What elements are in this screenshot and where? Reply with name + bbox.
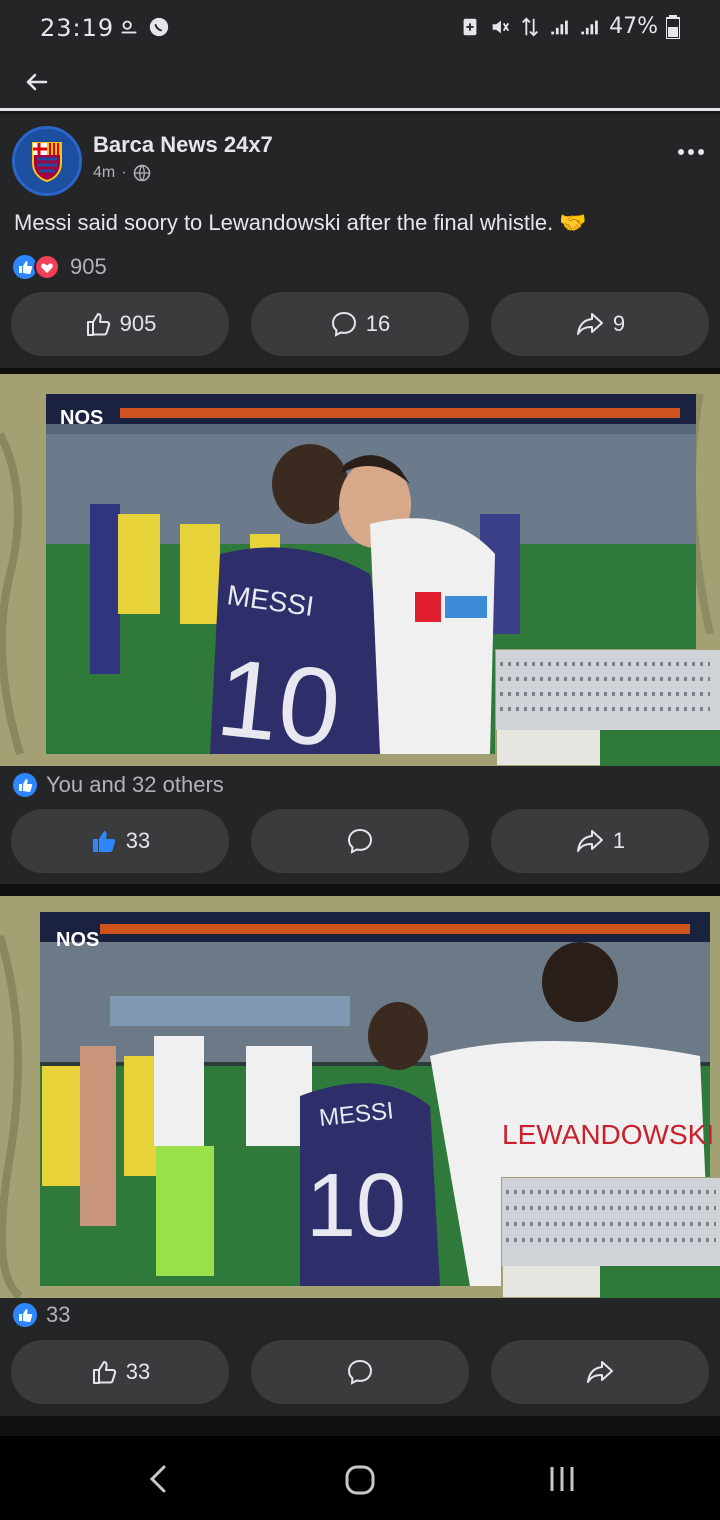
post-meta: 4m · <box>93 164 151 182</box>
like-count: 905 <box>119 311 157 336</box>
love-reaction-icon <box>34 254 60 280</box>
system-nav-bar <box>0 1436 720 1520</box>
photo1-action-row: 33 1 <box>11 809 709 873</box>
fcb-crest-icon <box>15 129 79 193</box>
photo-1-image: MESSI 10 NOS <box>0 374 720 766</box>
top-bar <box>0 56 720 108</box>
comment-icon <box>331 311 356 337</box>
page-avatar[interactable] <box>12 126 82 196</box>
post-time[interactable]: 4m <box>93 164 115 182</box>
photo2-like-summary[interactable]: 33 <box>12 1302 70 1328</box>
photo2-like-count: 33 <box>125 1359 151 1384</box>
more-options-icon[interactable] <box>676 142 706 162</box>
photo2-summary-text: 33 <box>46 1302 71 1327</box>
battery-percent: 47% <box>609 14 658 39</box>
mute-icon <box>492 20 510 33</box>
comment-count: 16 <box>365 311 391 336</box>
nav-recents-icon[interactable] <box>548 1464 576 1494</box>
photo1-like-button[interactable]: 33 <box>11 809 229 873</box>
share-count: 9 <box>612 311 626 336</box>
signal-2-icon <box>581 20 598 34</box>
like-button[interactable]: 905 <box>11 292 229 356</box>
section-divider <box>0 1416 720 1436</box>
comment-button[interactable]: 16 <box>251 292 469 356</box>
battery-saver-icon <box>463 18 477 35</box>
photo-1-actions: You and 32 others 33 1 <box>0 766 720 884</box>
photo2-jersey-number: 10 <box>306 1156 406 1256</box>
photo2-watermark: NOS <box>56 929 99 951</box>
data-icon <box>522 16 539 37</box>
whatsapp-icon <box>149 17 169 37</box>
thumbs-up-icon <box>92 1361 116 1384</box>
page-name[interactable]: Barca News 24x7 <box>93 132 273 158</box>
photo2-like-button[interactable]: 33 <box>11 1340 229 1404</box>
photo-1[interactable]: MESSI 10 NOS <box>0 374 720 766</box>
photo2-share-button[interactable] <box>491 1340 709 1404</box>
nav-back-icon[interactable] <box>146 1464 172 1494</box>
reaction-summary[interactable]: 905 <box>12 254 107 280</box>
photo-2-image: MESSI 10 LEWANDOWSKI NOS <box>0 896 720 1298</box>
photo1-summary-text: You and 32 others <box>46 772 224 797</box>
like-reaction-icon <box>13 773 37 797</box>
divider <box>0 108 720 111</box>
photo1-like-count: 33 <box>125 828 151 853</box>
globe-icon <box>133 164 150 182</box>
thumbs-up-filled-icon <box>92 831 115 852</box>
photo2-comment-button[interactable] <box>251 1340 469 1404</box>
section-divider <box>0 884 720 896</box>
status-time: 23:19 <box>40 14 115 42</box>
photo-2[interactable]: MESSI 10 LEWANDOWSKI NOS <box>0 896 720 1298</box>
thumbs-up-icon <box>86 313 110 336</box>
post-card: Barca News 24x7 4m · Messi said soory to… <box>0 114 720 368</box>
post-actions: 905 16 9 <box>11 292 709 356</box>
reaction-count: 905 <box>70 254 107 279</box>
comment-icon <box>347 1359 373 1385</box>
nav-home-icon[interactable] <box>344 1464 376 1496</box>
back-arrow-icon[interactable] <box>20 66 52 98</box>
photo1-watermark: NOS <box>60 407 103 429</box>
photo1-share-count: 1 <box>612 828 626 853</box>
photo2-action-row: 33 <box>11 1340 709 1404</box>
photo1-comment-button[interactable] <box>251 809 469 873</box>
photo1-jersey-number: 10 <box>211 636 346 766</box>
battery-icon <box>666 14 680 39</box>
photo1-share-button[interactable]: 1 <box>491 809 709 873</box>
share-icon <box>587 1361 613 1383</box>
like-reaction-icon <box>13 1303 37 1327</box>
photo2-back-name: LEWANDOWSKI <box>502 1119 714 1150</box>
weather-icon <box>121 20 137 34</box>
photo1-like-summary[interactable]: You and 32 others <box>12 772 224 798</box>
photo-2-actions: 33 33 <box>0 1298 720 1416</box>
share-button[interactable]: 9 <box>491 292 709 356</box>
comment-icon <box>347 828 373 854</box>
signal-icon <box>551 20 568 34</box>
meta-separator: · <box>121 164 127 181</box>
share-icon <box>576 313 603 335</box>
post-text: Messi said soory to Lewandowski after th… <box>14 210 587 235</box>
share-icon <box>576 830 603 852</box>
status-bar: 23:19 47% <box>0 0 720 56</box>
